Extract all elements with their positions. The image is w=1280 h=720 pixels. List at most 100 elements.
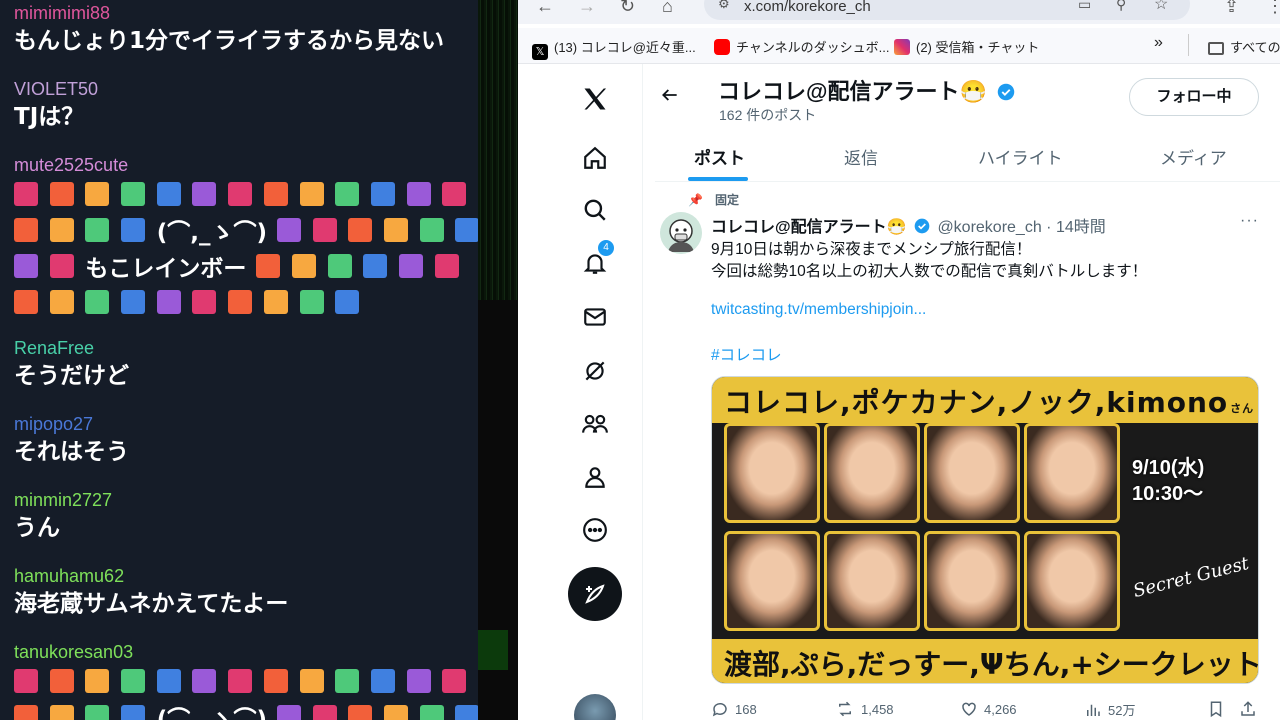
more-bookmarks-button[interactable]: »	[1154, 34, 1163, 52]
compose-icon	[585, 584, 605, 604]
media-footer-band: 渡部,ぷら,だっすー,Ψちん,+シークレット	[712, 639, 1259, 683]
messages-nav-icon[interactable]	[580, 302, 610, 332]
like-button[interactable]: 4,266	[960, 700, 1017, 718]
bookmark-youtube[interactable]: チャンネルのダッシュボ...	[714, 37, 889, 56]
verified-badge-icon	[997, 83, 1015, 101]
rainbow-emote-icon	[406, 669, 431, 693]
tab-highlights[interactable]: ハイライト	[978, 144, 1063, 169]
chat-username[interactable]: hamuhamu62	[14, 565, 478, 587]
rainbow-emote-icon	[85, 705, 110, 720]
bookmark-instagram[interactable]: (2) 受信箱・チャット	[894, 37, 1039, 56]
rainbow-emote-icon	[312, 218, 337, 242]
bookmark-label: すべての	[1230, 40, 1280, 55]
views-button[interactable]: 52万	[1084, 700, 1135, 719]
rainbow-emote-icon	[335, 669, 360, 693]
chat-message: VIOLET50 TJは？	[14, 78, 478, 134]
tweet-media-image[interactable]: コレコレ,ポケカナン,ノック,kimono さん 9/10(水) 10:30〜 S…	[711, 376, 1259, 684]
chat-message: mimimimi88 もんじょり1分でイライラするから見ない	[14, 2, 478, 58]
chat-username[interactable]: VIOLET50	[14, 78, 478, 100]
rainbow-emote-icon	[384, 705, 409, 720]
rainbow-emote-icon	[121, 290, 146, 314]
video-noise	[478, 0, 518, 300]
photo-face	[1024, 531, 1120, 631]
following-button[interactable]: フォロー中	[1129, 78, 1259, 116]
menu-icon[interactable]: ⋮	[1266, 0, 1280, 17]
back-arrow-icon[interactable]	[660, 85, 680, 110]
x-logo-icon[interactable]	[580, 84, 610, 114]
profile-nav-icon[interactable]	[580, 462, 610, 492]
rainbow-emote-icon	[327, 254, 352, 278]
zoom-icon[interactable]: ⚲	[1116, 0, 1126, 13]
chat-emote-text: もこレインボー	[85, 256, 247, 282]
rainbow-emote-icon	[370, 669, 395, 693]
repost-button[interactable]: 1,458	[835, 700, 894, 718]
rainbow-emote-icon	[419, 218, 444, 242]
youtube-icon	[714, 39, 730, 55]
forward-icon[interactable]: →	[578, 0, 596, 17]
tweet-more-button[interactable]: ···	[1240, 212, 1259, 230]
chat-username[interactable]: mimimimi88	[14, 2, 478, 24]
share-icon[interactable]: ⇪	[1224, 0, 1239, 17]
tab-posts[interactable]: ポスト	[694, 144, 745, 169]
rainbow-emote-icon	[299, 182, 324, 206]
media-title-text: コレコレ,ポケカナン,ノック,kimono さん	[724, 381, 1254, 421]
chat-text: うん	[14, 515, 60, 541]
tweet-link[interactable]: twitcasting.tv/membershipjoin...	[711, 301, 926, 319]
stream-video-edge	[478, 0, 518, 720]
reload-icon[interactable]: ↻	[620, 0, 635, 17]
rainbow-emote-icon	[455, 218, 478, 242]
chat-username[interactable]: minmin2727	[14, 489, 478, 511]
photo-face	[1024, 423, 1120, 523]
chat-text: 海老蔵サムネかえてたよー	[14, 591, 289, 617]
rainbow-emote-icon	[370, 182, 395, 206]
share-post-button[interactable]	[1239, 700, 1263, 718]
tweet-author-name[interactable]: コレコレ@配信アラート😷	[711, 219, 907, 236]
tweet-hashtag[interactable]: #コレコレ	[711, 343, 782, 365]
account-avatar[interactable]	[574, 694, 616, 720]
rainbow-emote-icon	[121, 182, 146, 206]
tab-media[interactable]: メディア	[1160, 144, 1227, 169]
bookmark-label: (13) コレコレ@近々重...	[554, 40, 696, 55]
chat-username[interactable]: mipopo27	[14, 413, 478, 435]
notifications-nav-icon[interactable]: 4	[580, 240, 614, 278]
rainbow-emote-icon	[85, 290, 110, 314]
x-side-nav: 4	[558, 70, 638, 720]
bookmark-button[interactable]	[1207, 700, 1231, 718]
tweet-handle-time[interactable]: @korekore_ch · 14時間	[937, 219, 1105, 236]
install-app-icon[interactable]: ▭	[1078, 0, 1091, 13]
search-nav-icon[interactable]	[580, 195, 610, 225]
tab-replies[interactable]: 返信	[844, 144, 878, 169]
compose-post-button[interactable]	[568, 567, 622, 621]
back-icon[interactable]: ←	[536, 0, 554, 17]
rainbow-emote-icon	[384, 218, 409, 242]
communities-nav-icon[interactable]	[580, 409, 610, 439]
bookmark-all-folder[interactable]: すべての	[1208, 37, 1280, 56]
grok-nav-icon[interactable]	[580, 356, 610, 386]
profile-name: コレコレ@配信アラート😷	[718, 74, 1015, 106]
bookmark-label: (2) 受信箱・チャット	[916, 40, 1040, 55]
address-bar[interactable]: ⚙ x.com/korekore_ch ▭ ⚲ ☆	[704, 0, 1190, 20]
chat-message: tanukoresan03 (⌒,_ゝ⌒)	[14, 641, 478, 720]
bookmark-separator	[1188, 34, 1189, 56]
chat-emote-line: (⌒,_ゝ⌒)	[14, 212, 478, 248]
rainbow-emote-icon	[292, 254, 317, 278]
chat-message: RenaFree そうだけど	[14, 337, 478, 393]
reply-button[interactable]: 168	[711, 700, 757, 718]
rainbow-emote-icon	[263, 290, 288, 314]
home-icon[interactable]: ⌂	[662, 0, 673, 17]
chat-message: minmin2727 うん	[14, 489, 478, 545]
chat-emote-line: もこレインボー	[14, 248, 478, 284]
chat-username[interactable]: tanukoresan03	[14, 641, 478, 663]
chat-emote-text: (⌒,_ゝ⌒)	[156, 220, 268, 246]
more-nav-icon[interactable]	[580, 515, 610, 545]
media-footer-text: 渡部,ぷら,だっすー,Ψちん,+シークレット	[724, 648, 1259, 681]
bookmark-x[interactable]: 𝕏 (13) コレコレ@近々重...	[532, 37, 696, 60]
chat-username[interactable]: mute2525cute	[14, 154, 478, 176]
tweet-author-avatar[interactable]	[660, 212, 702, 254]
rainbow-emote-icon	[348, 705, 373, 720]
rainbow-emote-icon	[263, 182, 288, 206]
chat-username[interactable]: RenaFree	[14, 337, 478, 359]
bookmark-star-icon[interactable]: ☆	[1154, 0, 1168, 14]
home-nav-icon[interactable]	[580, 143, 610, 173]
site-info-icon[interactable]: ⚙	[718, 0, 730, 12]
